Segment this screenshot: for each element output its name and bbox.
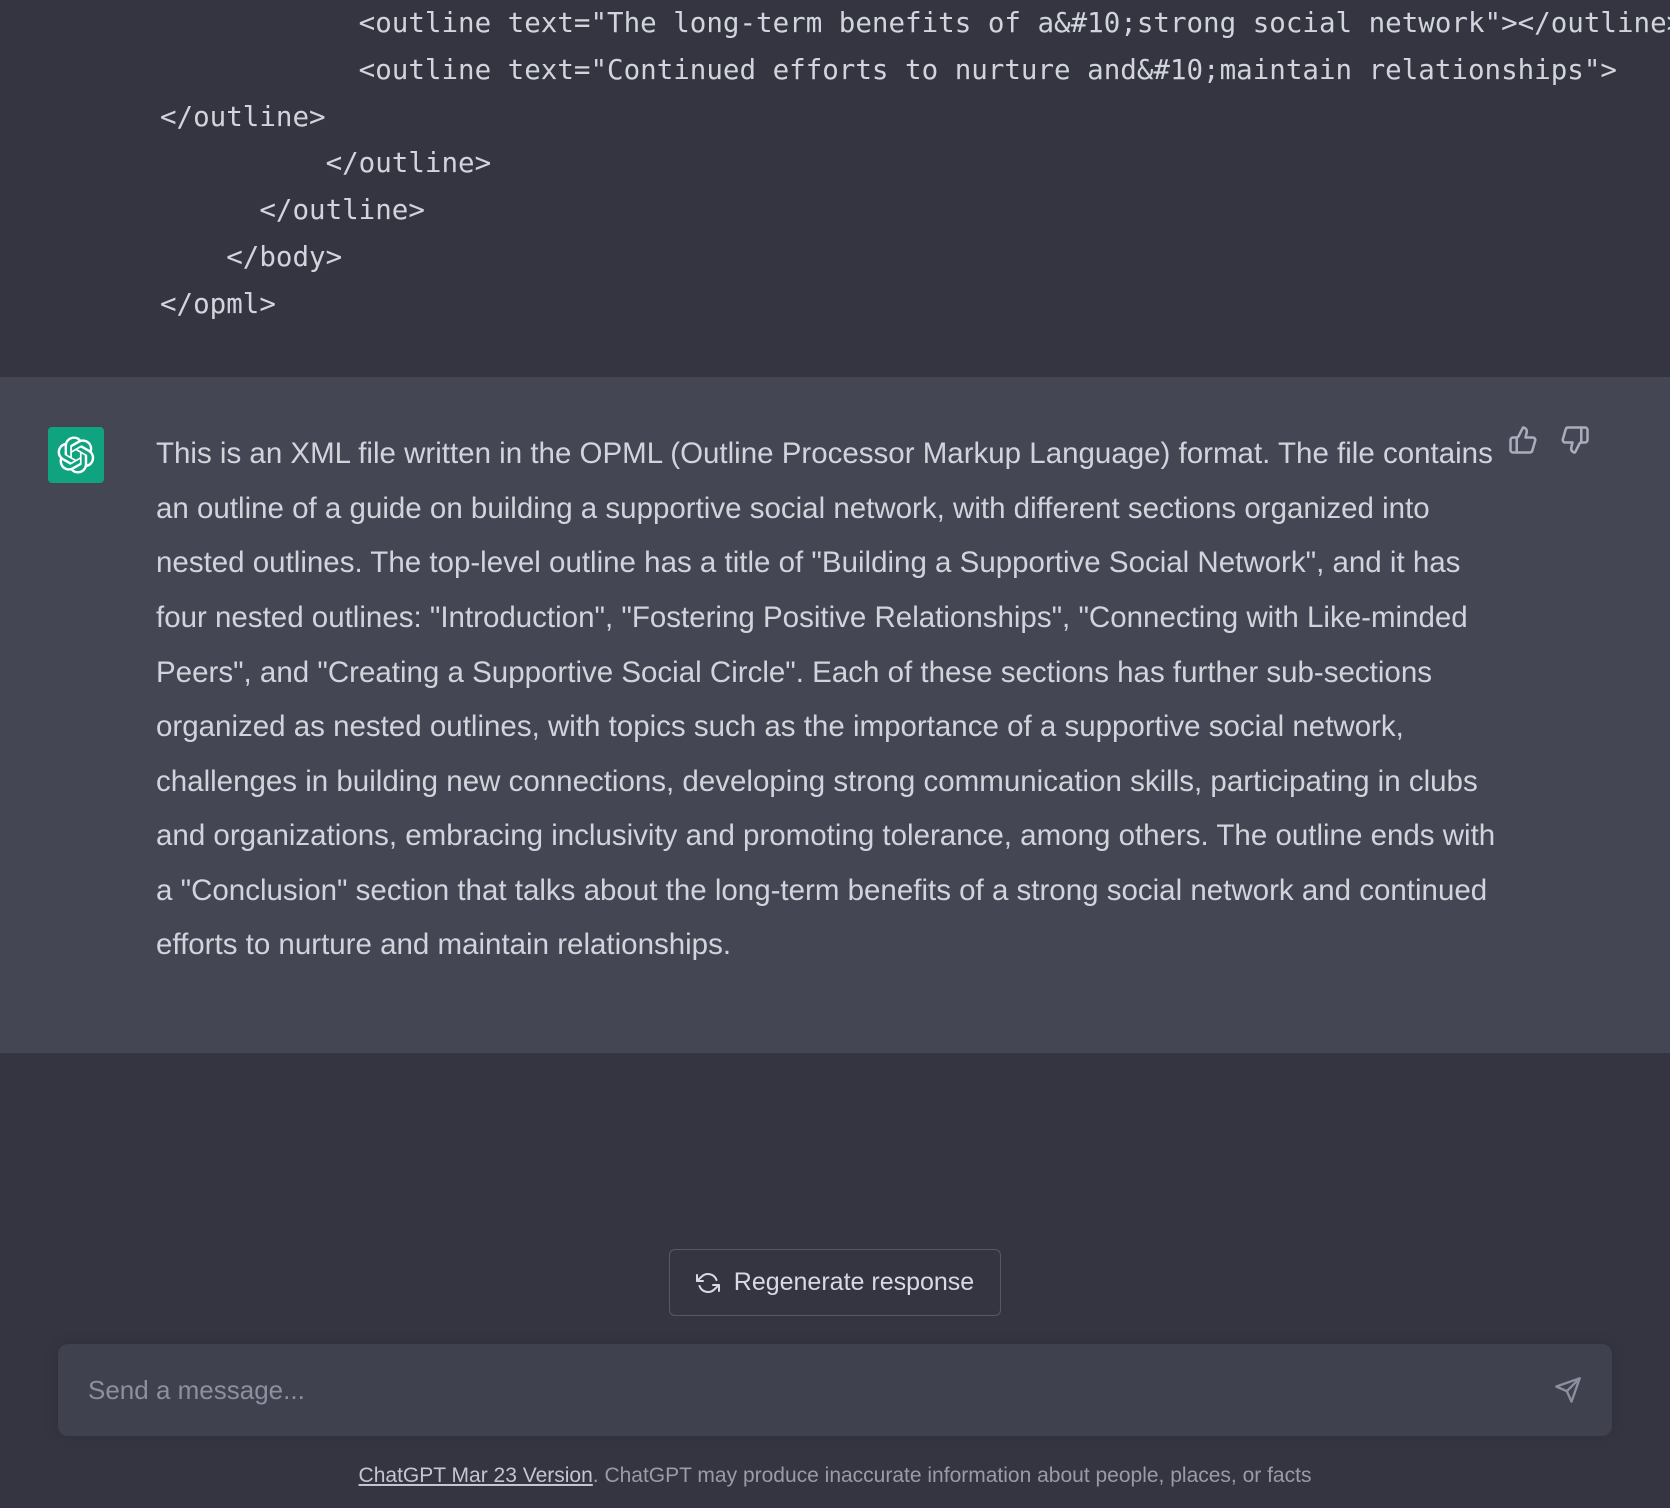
assistant-response-text: This is an XML file written in the OPML … — [156, 427, 1510, 973]
code-block: <outline text="The long-term benefits of… — [0, 0, 1670, 327]
send-icon[interactable] — [1554, 1376, 1582, 1404]
regenerate-icon — [696, 1271, 720, 1295]
input-row — [0, 1344, 1670, 1436]
thumbs-down-button[interactable] — [1560, 425, 1590, 455]
disclaimer-text: . ChatGPT may produce inaccurate informa… — [593, 1464, 1312, 1487]
bottom-controls: Regenerate response ChatGPT Mar 23 Versi… — [0, 1161, 1670, 1508]
regenerate-label: Regenerate response — [734, 1268, 974, 1297]
thumbs-up-icon — [1508, 425, 1538, 455]
user-message: <outline text="The long-term benefits of… — [0, 0, 1670, 377]
conversation-area: <outline text="The long-term benefits of… — [0, 0, 1670, 1161]
assistant-avatar — [48, 427, 104, 483]
assistant-message: This is an XML file written in the OPML … — [0, 377, 1670, 1053]
disclaimer: ChatGPT Mar 23 Version. ChatGPT may prod… — [0, 1464, 1670, 1508]
message-input-box[interactable] — [58, 1344, 1612, 1436]
thumbs-up-button[interactable] — [1508, 425, 1538, 455]
thumbs-down-icon — [1560, 425, 1590, 455]
regenerate-row: Regenerate response — [0, 1249, 1670, 1316]
openai-logo-icon — [57, 436, 95, 474]
message-input[interactable] — [88, 1375, 1554, 1406]
feedback-controls — [1508, 425, 1590, 455]
regenerate-button[interactable]: Regenerate response — [669, 1249, 1001, 1316]
version-link[interactable]: ChatGPT Mar 23 Version — [359, 1464, 593, 1487]
